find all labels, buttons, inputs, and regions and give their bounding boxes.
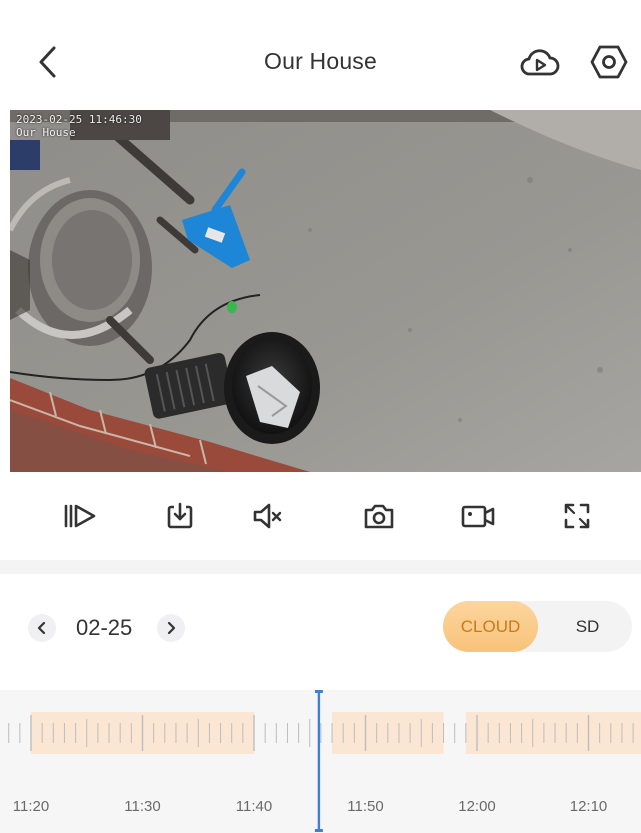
play-bar-icon	[64, 504, 96, 528]
section-divider	[0, 560, 641, 574]
hexagon-settings-icon	[590, 45, 628, 79]
download-icon	[167, 502, 193, 529]
prev-date-button[interactable]	[28, 614, 56, 642]
recorded-segment[interactable]	[465, 712, 641, 754]
camera-icon	[364, 504, 394, 529]
camera-playback-screen: Our House 2023-02-25 11:46:30 Our House …	[0, 0, 641, 833]
next-date-button[interactable]	[157, 614, 185, 642]
playhead-cap-bottom	[314, 829, 323, 832]
timeline-label: 11:20	[12, 798, 50, 815]
current-date: 02-25	[76, 615, 133, 640]
snapshot-button[interactable]	[357, 496, 401, 536]
timeline-label: 11:30	[124, 798, 161, 815]
timeline-track	[8, 690, 641, 832]
download-button[interactable]	[158, 496, 202, 536]
cloud-play-icon	[520, 49, 560, 76]
chevron-left-icon	[37, 621, 46, 635]
camera-video-feed[interactable]: 2023-02-25 11:46:30 Our House	[10, 110, 641, 472]
video-osd: 2023-02-25 11:46:30 Our House	[16, 113, 142, 139]
osd-timestamp: 2023-02-25 11:46:30	[16, 113, 142, 126]
osd-camera-name: Our House	[16, 126, 76, 139]
playback-controls	[0, 472, 641, 560]
header: Our House	[0, 0, 641, 108]
speaker-mute-icon	[253, 503, 282, 529]
record-button[interactable]	[456, 496, 500, 536]
date-source-row: 02-25 CLOUD SD	[0, 574, 641, 690]
playback-timeline[interactable]: 11:20 11:30 11:40 11:50 12:00 12:10	[0, 690, 641, 833]
timeline-label: 11:40	[235, 798, 273, 815]
timeline-label: 11:50	[347, 798, 384, 815]
video-frame-image	[10, 110, 641, 472]
expand-icon	[564, 503, 590, 529]
playback-speed-button[interactable]	[58, 496, 102, 536]
storage-source-toggle: CLOUD SD	[443, 601, 632, 652]
timeline-label: 12:00	[458, 798, 496, 815]
fullscreen-button[interactable]	[555, 496, 599, 536]
chevron-right-icon	[167, 621, 176, 635]
sd-source-button[interactable]: SD	[543, 601, 632, 652]
cloud-playback-button[interactable]	[518, 42, 562, 82]
video-camera-icon	[461, 505, 495, 528]
playhead-cap-top	[314, 690, 323, 693]
mute-button[interactable]	[246, 496, 290, 536]
settings-button[interactable]	[588, 42, 630, 82]
cloud-source-button[interactable]: CLOUD	[443, 601, 538, 652]
timeline-label: 12:10	[569, 798, 608, 815]
